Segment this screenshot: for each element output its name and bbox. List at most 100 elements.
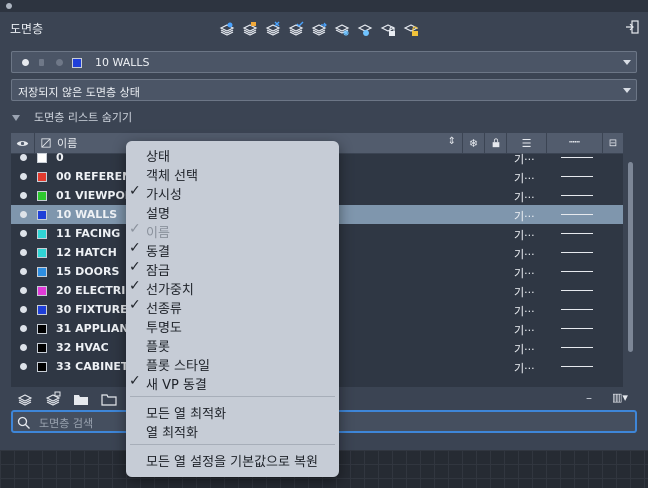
lineweight-value[interactable]: 기··· [514,341,535,357]
layer-settings-icon[interactable] [45,391,61,407]
vertical-scrollbar[interactable] [626,152,635,388]
window-control-dot[interactable] [6,3,12,9]
menu-item-column-toggle[interactable]: ✓ 잠금 [126,259,339,279]
new-group-filter-icon[interactable] [73,391,89,407]
hide-layer-list-toggle[interactable]: 도면층 리스트 숨기기 [12,109,132,125]
layer-color-swatch[interactable] [37,324,47,334]
layer-color-swatch[interactable] [37,229,47,239]
checkmark-icon: ✓ [129,183,141,199]
visibility-bullet-icon[interactable] [20,249,27,256]
lineweight-value[interactable]: 기··· [514,170,535,186]
layer-color-swatch[interactable] [37,343,47,353]
layer-color-swatch[interactable] [37,153,47,163]
layer-color-swatch[interactable] [37,210,47,220]
lineweight-value[interactable]: 기··· [514,284,535,300]
linetype-sample[interactable] [561,157,593,158]
lineweight-value[interactable]: 기··· [514,322,535,338]
visibility-bullet-icon[interactable] [20,306,27,313]
menu-item-column-toggle[interactable]: ✓ 가시성 [126,183,339,203]
lineweight-value[interactable]: 기··· [514,246,535,262]
menu-item-column-toggle[interactable]: 투명도 [126,316,339,336]
layer-properties-icon[interactable] [17,391,33,407]
window-title-bar [0,0,648,12]
new-layer-icon[interactable] [218,20,236,38]
menu-item-label: 플롯 [146,340,170,355]
search-icon [17,416,30,429]
linetype-sample[interactable] [561,309,593,310]
visibility-bullet-icon[interactable] [20,344,27,351]
linetype-sample[interactable] [561,214,593,215]
lineweight-value[interactable]: 기··· [514,208,535,224]
linetype-sample[interactable] [561,233,593,234]
visibility-bullet-icon[interactable] [20,154,27,161]
layer-color-swatch[interactable] [37,172,47,182]
menu-item-column-toggle[interactable]: 상태 [126,145,339,165]
scrollbar-thumb[interactable] [628,162,633,352]
linetype-sample[interactable] [561,366,593,367]
menu-item-column-toggle[interactable]: 플롯 스타일 [126,354,339,374]
visibility-bullet-icon[interactable] [20,173,27,180]
menu-item-label: 모든 열 최적화 [146,407,227,422]
visibility-bullet-icon[interactable] [20,230,27,237]
visibility-bullet-icon[interactable] [20,192,27,199]
layer-color-swatch[interactable] [37,286,47,296]
linetype-sample[interactable] [561,328,593,329]
menu-item-column-toggle[interactable]: ✓ 선종류 [126,297,339,317]
layer-name: 11 FACING [56,227,121,240]
visibility-bullet-icon[interactable] [20,268,27,275]
close-panel-icon[interactable] [624,19,640,35]
menu-item-label: 동결 [146,245,170,260]
menu-item-label: 설명 [146,207,170,222]
visibility-bullet-icon[interactable] [20,325,27,332]
delete-layer-icon[interactable] [264,20,282,38]
menu-item-optimize-columns[interactable]: 모든 열 최적화 [126,402,339,422]
menu-item-label: 상태 [146,150,170,165]
menu-item-column-toggle[interactable]: 설명 [126,202,339,222]
layer-color-swatch[interactable] [37,191,47,201]
menu-item-label: 새 VP 동결 [146,378,207,393]
lineweight-value[interactable]: 기··· [514,151,535,167]
menu-item-column-toggle[interactable]: 플롯 [126,335,339,355]
open-filter-icon[interactable] [101,391,117,407]
visibility-bullet-icon[interactable] [20,211,27,218]
linetype-sample[interactable] [561,347,593,348]
menu-item-label: 이름 [146,226,170,241]
lineweight-value[interactable]: 기··· [514,360,535,376]
lineweight-value[interactable]: 기··· [514,303,535,319]
linetype-sample[interactable] [561,176,593,177]
layer-color-swatch[interactable] [37,267,47,277]
minimize-icon[interactable]: – [586,391,592,405]
isolate-icon[interactable] [356,20,374,38]
layer-state-icon[interactable] [310,20,328,38]
layer-name: 15 DOORS [56,265,120,278]
linetype-sample[interactable] [561,290,593,291]
layer-name: 0 [56,151,64,164]
lineweight-value[interactable]: 기··· [514,227,535,243]
linetype-sample[interactable] [561,271,593,272]
lineweight-value[interactable]: 기··· [514,265,535,281]
menu-item-column-toggle[interactable]: 객체 선택 [126,164,339,184]
layer-name: 12 HATCH [56,246,117,259]
palette-title: 도면층 [10,22,44,36]
menu-item-column-toggle[interactable]: ✓ 동결 [126,240,339,260]
lock-icon[interactable] [379,20,397,38]
set-current-layer-icon[interactable] [287,20,305,38]
menu-item-column-toggle[interactable]: ✓ 새 VP 동결 [126,373,339,393]
new-vp-frozen-layer-icon[interactable] [241,20,259,38]
linetype-sample[interactable] [561,195,593,196]
visibility-bullet-icon[interactable] [20,287,27,294]
layer-color-swatch[interactable] [37,305,47,315]
column-chooser-icon[interactable]: ▥▾ [612,391,628,404]
current-layer-dropdown[interactable]: 10 WALLS [11,51,637,73]
menu-item-restore-defaults[interactable]: 모든 열 설정을 기본값으로 복원 [126,450,339,470]
menu-item-column-toggle[interactable]: ✓ 선가중치 [126,278,339,298]
freeze-icon[interactable] [333,20,351,38]
layer-color-swatch[interactable] [37,248,47,258]
lineweight-value[interactable]: 기··· [514,189,535,205]
unlock-icon[interactable] [402,20,420,38]
layer-state-dropdown[interactable]: 저장되지 않은 도면층 상태 [11,79,637,101]
layer-color-swatch[interactable] [37,362,47,372]
linetype-sample[interactable] [561,252,593,253]
visibility-bullet-icon[interactable] [20,363,27,370]
menu-item-optimize-columns[interactable]: 열 최적화 [126,421,339,441]
